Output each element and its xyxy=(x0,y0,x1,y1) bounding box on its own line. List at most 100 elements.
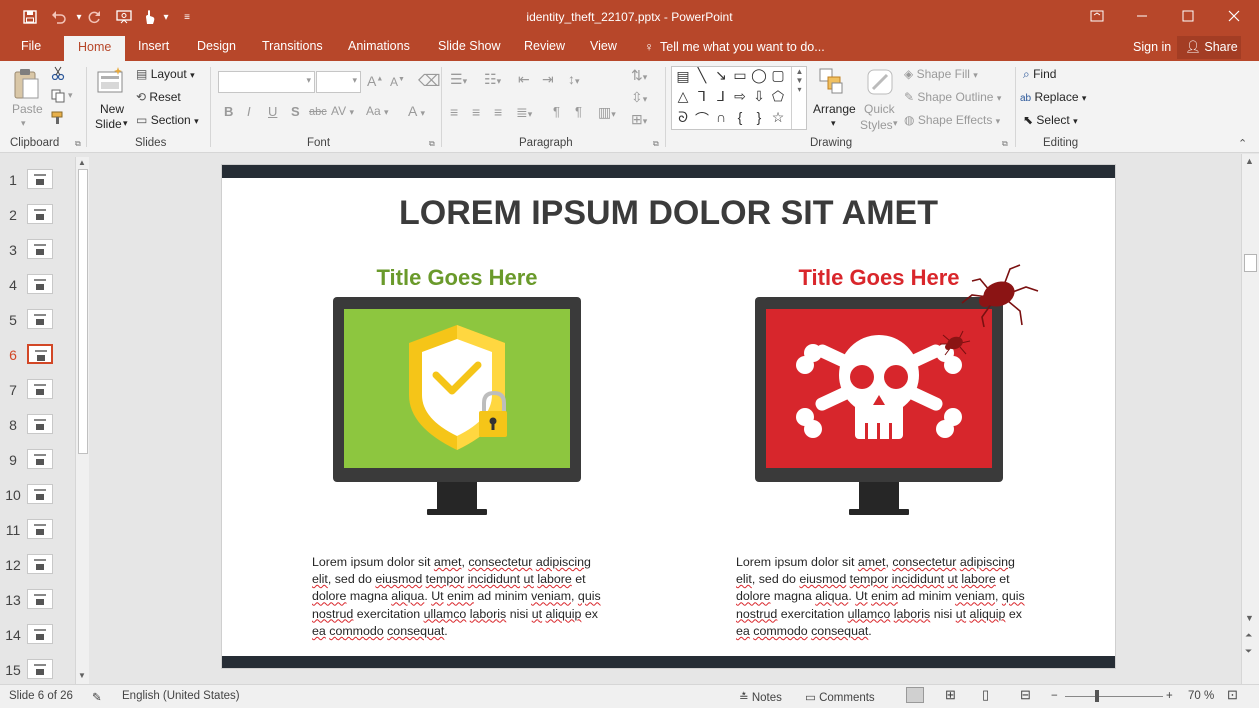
decrease-font-size-icon[interactable]: A▼ xyxy=(390,75,405,89)
minimize-icon[interactable] xyxy=(1127,4,1157,28)
slide-thumbnail[interactable]: 9 xyxy=(0,449,75,482)
scroll-up-icon[interactable]: ▲ xyxy=(78,158,86,167)
slide-thumbnail[interactable]: 2 xyxy=(0,204,75,237)
normal-view-icon[interactable] xyxy=(906,687,924,703)
spell-check-icon[interactable]: ✎ xyxy=(92,690,102,704)
change-case-button[interactable]: Aa ▾ xyxy=(366,104,389,118)
tab-view[interactable]: View xyxy=(590,39,617,53)
justify-icon[interactable]: ≣▾ xyxy=(516,104,532,121)
tell-me-box[interactable]: ♀ Tell me what you want to do... xyxy=(643,40,824,54)
tab-slide-show[interactable]: Slide Show xyxy=(438,39,501,53)
close-icon[interactable] xyxy=(1219,4,1249,28)
rectangle-shape-icon[interactable]: ▭ xyxy=(731,67,749,84)
reset-button[interactable]: ⟲ Reset xyxy=(136,90,181,104)
collapse-ribbon-icon[interactable]: ⌃ xyxy=(1238,137,1247,150)
bold-button[interactable]: B xyxy=(224,104,233,119)
quick-styles-label[interactable]: Quick xyxy=(864,102,895,116)
slide-thumbnail[interactable]: 12 xyxy=(0,554,75,587)
find-button[interactable]: ⌕ Find xyxy=(1023,67,1056,82)
slide-thumbnail[interactable]: 10 xyxy=(0,484,75,517)
paste-dropdown-icon[interactable]: ▾ xyxy=(21,118,26,129)
new-slide-icon[interactable] xyxy=(96,66,126,99)
arrange-dropdown-icon[interactable]: ▾ xyxy=(831,118,836,129)
slide-canvas[interactable]: LOREM IPSUM DOLOR SIT AMET Title Goes He… xyxy=(221,164,1116,669)
increase-indent-icon[interactable]: ⇥ xyxy=(542,71,554,88)
rounded-rect-shape-icon[interactable]: ▢ xyxy=(769,67,787,84)
arrange-icon[interactable] xyxy=(818,67,846,98)
tab-home[interactable]: Home xyxy=(64,36,126,61)
star-shape-icon[interactable]: ☆ xyxy=(769,109,787,126)
slide-thumbnail[interactable]: 7 xyxy=(0,379,75,412)
zoom-in-icon[interactable]: + xyxy=(1166,690,1173,702)
shape-fill-button[interactable]: ◈ Shape Fill ▾ xyxy=(904,67,978,81)
scroll-down-icon[interactable]: ▼ xyxy=(78,671,86,680)
decrease-indent-icon[interactable]: ⇤ xyxy=(518,71,530,88)
slide-thumbnail[interactable]: 1 xyxy=(0,169,75,202)
curve-shape-icon[interactable]: ⌒ xyxy=(693,109,711,129)
slide-thumbnail[interactable]: 4 xyxy=(0,274,75,307)
columns-icon[interactable]: ▥▾ xyxy=(598,104,616,121)
down-arrow-shape-icon[interactable]: ⇩ xyxy=(750,88,768,105)
zoom-slider-knob[interactable] xyxy=(1095,690,1099,702)
slide-thumbnail[interactable]: 6 xyxy=(0,344,75,377)
clipboard-launcher-icon[interactable]: ⧉ xyxy=(75,139,81,149)
align-text-icon[interactable]: ⇳▾ xyxy=(631,89,647,106)
right-brace-shape-icon[interactable]: } xyxy=(750,109,768,125)
share-button[interactable]: 👤︎ Share xyxy=(1177,36,1241,59)
tab-transitions[interactable]: Transitions xyxy=(262,39,323,53)
zoom-level[interactable]: 70 % xyxy=(1188,690,1214,702)
smartart-icon[interactable]: ⊞▾ xyxy=(631,111,647,128)
comments-button[interactable]: ▭ Comments xyxy=(805,690,875,704)
align-left-icon[interactable]: ≡ xyxy=(450,104,458,120)
pentagon-arrow-shape-icon[interactable]: ⬠ xyxy=(769,88,787,105)
quick-styles-dropdown-icon[interactable]: ▾ xyxy=(893,118,898,129)
font-color-button[interactable]: A ▾ xyxy=(408,103,425,119)
ribbon-display-options-icon[interactable] xyxy=(1082,4,1112,28)
increase-font-size-icon[interactable]: A▲ xyxy=(367,73,383,89)
right-body-text[interactable]: Lorem ipsum dolor sit amet, consectetur … xyxy=(736,554,1036,640)
slide-thumbnail[interactable]: 13 xyxy=(0,589,75,622)
shapes-gallery[interactable]: ▤ ╲ ↘ ▭ ◯ ▢ △ ⅂ ⅃ ⇨ ⇩ ⬠ ᘐ ⌒ ∩ { } ☆ ▲ ▼ ▾ xyxy=(671,66,807,130)
notes-button[interactable]: ≛ Notes xyxy=(739,690,782,704)
italic-button[interactable]: I xyxy=(247,104,251,119)
format-painter-icon[interactable] xyxy=(51,111,65,128)
oval-shape-icon[interactable]: ◯ xyxy=(750,67,768,84)
secure-monitor-graphic[interactable] xyxy=(333,297,581,515)
slide-sorter-icon[interactable]: ⊞ xyxy=(945,687,956,703)
copy-dropdown-icon[interactable]: ▾ xyxy=(68,90,73,101)
paragraph-launcher-icon[interactable]: ⧉ xyxy=(653,139,659,149)
tab-animations[interactable]: Animations xyxy=(348,39,410,53)
tab-review[interactable]: Review xyxy=(524,39,565,53)
zoom-out-icon[interactable]: − xyxy=(1051,690,1058,702)
scroll-down-icon[interactable]: ▼ xyxy=(1245,613,1254,623)
slide-counter[interactable]: Slide 6 of 26 xyxy=(9,690,73,702)
zoom-slider-track[interactable] xyxy=(1065,696,1163,697)
reading-view-icon[interactable]: ▯ xyxy=(982,687,989,703)
maximize-icon[interactable] xyxy=(1173,4,1203,28)
layout-button[interactable]: ▤ Layout ▾ xyxy=(136,67,195,81)
slide-thumbnail[interactable]: 3 xyxy=(0,239,75,272)
next-slide-icon[interactable]: ⏷ xyxy=(1245,646,1252,657)
slide-thumbnail[interactable]: 5 xyxy=(0,309,75,342)
scroll-up-icon[interactable]: ▲ xyxy=(1245,156,1254,166)
strikethrough-button[interactable]: abc xyxy=(309,106,327,118)
arrange-label[interactable]: Arrange xyxy=(813,102,856,116)
shape-effects-button[interactable]: ◍ Shape Effects ▾ xyxy=(904,113,1000,127)
cut-icon[interactable] xyxy=(51,66,65,83)
slide-title[interactable]: LOREM IPSUM DOLOR SIT AMET xyxy=(222,194,1115,233)
connector-shape-icon[interactable]: ⅃ xyxy=(712,88,730,105)
bullets-icon[interactable]: ☰▾ xyxy=(450,71,467,88)
elbow-connector-icon[interactable]: ⅂ xyxy=(693,88,711,105)
shapes-scroll[interactable]: ▲ ▼ ▾ xyxy=(791,67,807,129)
select-button[interactable]: ⬉ Select ▾ xyxy=(1023,113,1078,127)
tab-design[interactable]: Design xyxy=(197,39,236,53)
new-slide-label-2[interactable]: Slide xyxy=(95,117,122,131)
quick-styles-icon[interactable] xyxy=(865,67,895,100)
quick-styles-label-2[interactable]: Styles xyxy=(860,118,893,132)
shape-outline-button[interactable]: ✎ Shape Outline ▾ xyxy=(904,90,1001,104)
left-subtitle[interactable]: Title Goes Here xyxy=(307,265,607,291)
text-shadow-button[interactable]: S xyxy=(291,104,300,119)
clear-formatting-icon[interactable]: ⌫ xyxy=(418,71,441,91)
tab-insert[interactable]: Insert xyxy=(138,39,169,53)
align-center-icon[interactable]: ≡ xyxy=(472,104,480,120)
